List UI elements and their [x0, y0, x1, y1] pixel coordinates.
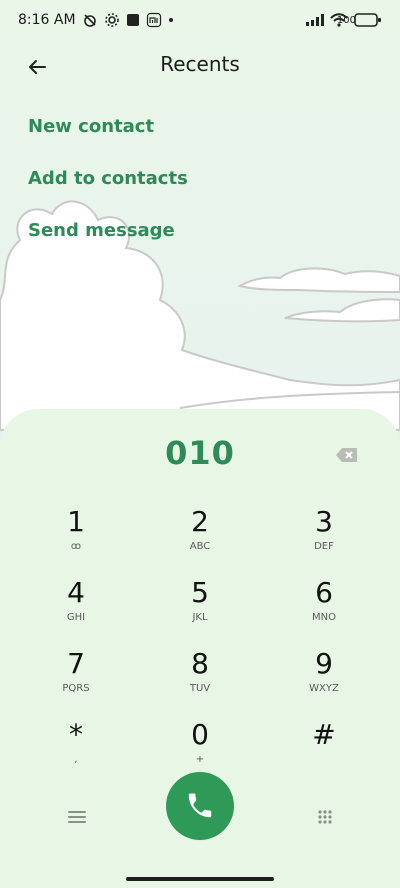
- key-6-letters: MNO: [312, 612, 336, 623]
- top-app-bar: Recents: [0, 44, 400, 88]
- voicemail-icon: ꝏ: [70, 541, 82, 552]
- key-8[interactable]: 8 TUV: [140, 640, 260, 704]
- keypad-toggle-button[interactable]: [312, 804, 338, 830]
- battery-level: 100: [336, 14, 356, 26]
- settings-icon: [104, 12, 120, 28]
- key-2-letters: ABC: [189, 541, 211, 552]
- key-9-letters: WXYZ: [309, 683, 339, 694]
- key-star[interactable]: * ,: [16, 711, 136, 775]
- mi-icon: [146, 12, 162, 28]
- key-star-digit: *: [69, 718, 83, 751]
- menu-icon: [68, 811, 86, 823]
- key-3[interactable]: 3 DEF: [264, 498, 384, 562]
- home-indicator[interactable]: [126, 877, 274, 881]
- send-message-link[interactable]: Send message: [28, 220, 188, 241]
- key-5-letters: JKL: [192, 612, 208, 623]
- backspace-button[interactable]: [334, 446, 360, 464]
- key-5[interactable]: 5 JKL: [140, 569, 260, 633]
- key-3-letters: DEF: [314, 541, 334, 552]
- backspace-icon: [336, 448, 357, 462]
- key-4-letters: GHI: [66, 612, 86, 623]
- dialer-bottom-controls: [0, 770, 400, 860]
- battery-icon: [354, 13, 382, 27]
- key-5-digit: 5: [191, 576, 209, 609]
- recent-actions: New contact Add to contacts Send message: [28, 116, 188, 272]
- status-bar: 8:16 AM 100: [18, 8, 382, 32]
- key-1[interactable]: 1 ꝏ: [16, 498, 136, 562]
- key-0-digit: 0: [191, 718, 209, 751]
- key-6[interactable]: 6 MNO: [264, 569, 384, 633]
- key-0[interactable]: 0 +: [140, 711, 260, 775]
- key-8-letters: TUV: [189, 683, 211, 694]
- key-7-letters: PQRS: [62, 683, 90, 694]
- key-7-digit: 7: [67, 647, 85, 680]
- key-4-digit: 4: [67, 576, 85, 609]
- key-4[interactable]: 4 GHI: [16, 569, 136, 633]
- status-time: 8:16 AM: [18, 12, 76, 28]
- key-1-digit: 1: [67, 505, 85, 538]
- square-icon: [126, 13, 140, 27]
- key-9[interactable]: 9 WXYZ: [264, 640, 384, 704]
- key-7[interactable]: 7 PQRS: [16, 640, 136, 704]
- key-8-digit: 8: [191, 647, 209, 680]
- new-contact-link[interactable]: New contact: [28, 116, 188, 137]
- signal-icon: [306, 14, 324, 26]
- key-star-letters: ,: [74, 754, 78, 765]
- phone-icon: [188, 793, 212, 818]
- key-9-digit: 9: [315, 647, 333, 680]
- menu-button[interactable]: [64, 804, 90, 830]
- key-6-digit: 6: [315, 576, 333, 609]
- key-2-digit: 2: [191, 505, 209, 538]
- key-2[interactable]: 2 ABC: [140, 498, 260, 562]
- add-to-contacts-link[interactable]: Add to contacts: [28, 168, 188, 189]
- page-title: Recents: [160, 52, 240, 76]
- key-hash-digit: #: [312, 718, 336, 751]
- key-0-letters: +: [195, 754, 205, 765]
- alarm-off-icon: [82, 12, 98, 28]
- key-hash[interactable]: #: [264, 711, 384, 775]
- key-3-digit: 3: [315, 505, 333, 538]
- dot-icon: [168, 17, 174, 23]
- dialpad-icon: [318, 810, 332, 824]
- call-button[interactable]: [166, 772, 234, 840]
